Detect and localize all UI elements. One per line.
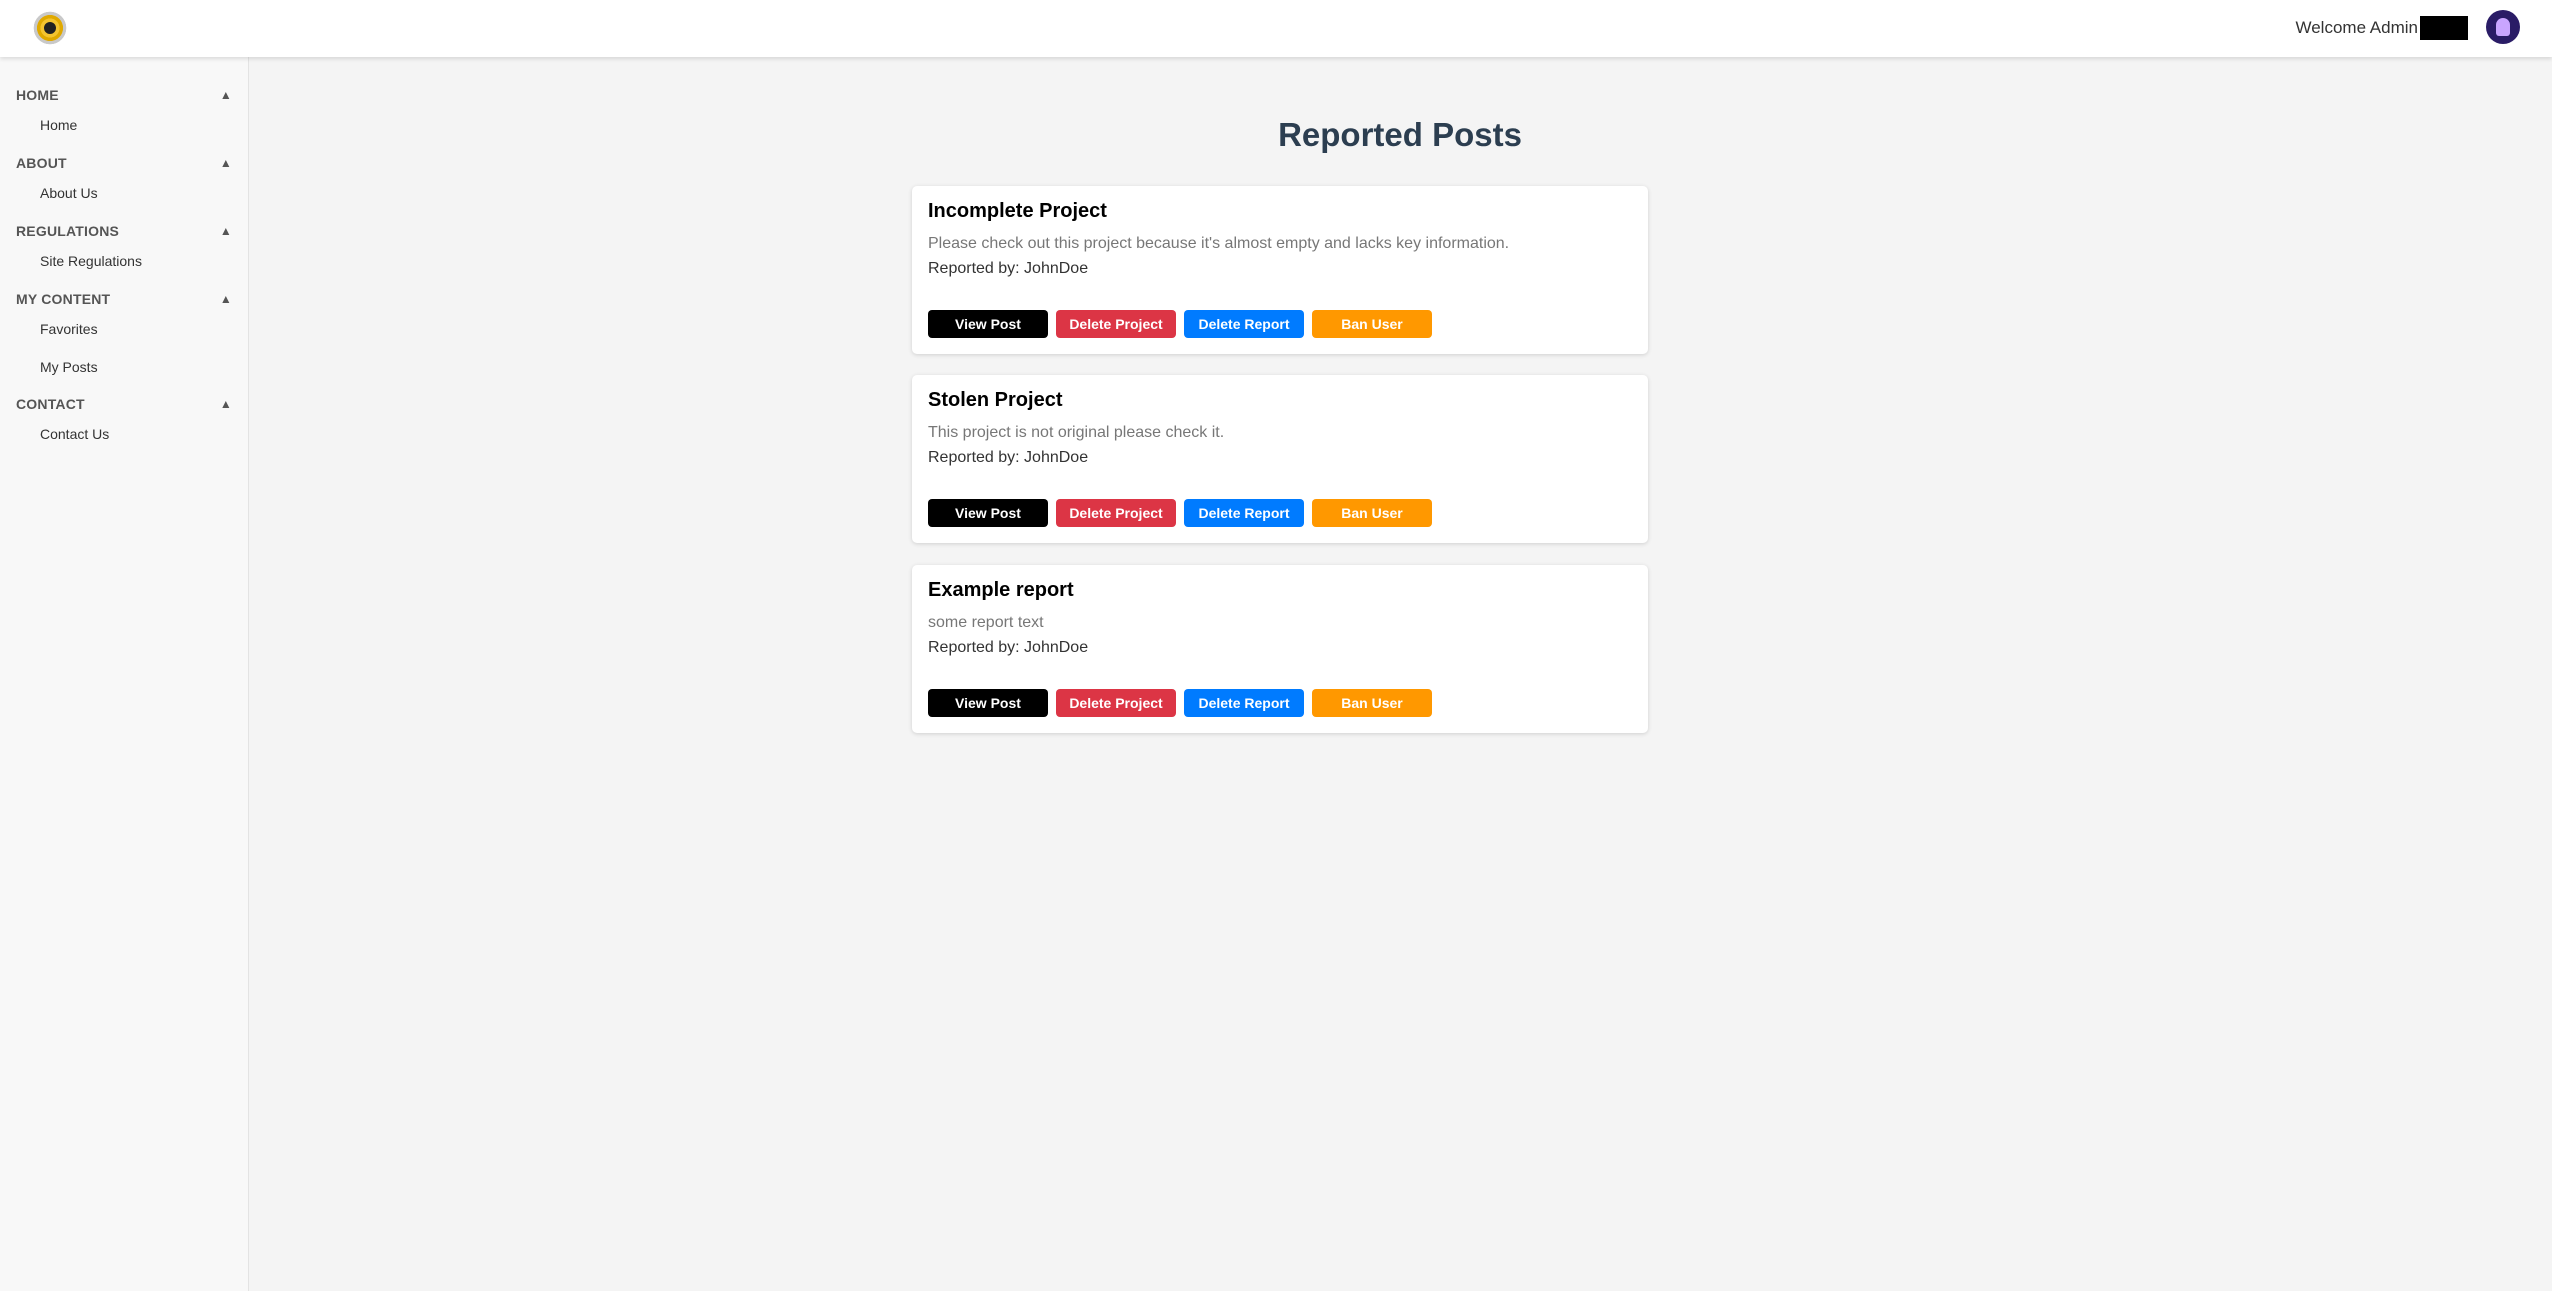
report-reporter: Reported by: JohnDoe [928,639,1089,656]
sidebar-section-home[interactable]: HOME ▲ [16,85,232,105]
delete-report-button[interactable]: Delete Report [1184,499,1304,527]
report-reporter: Reported by: JohnDoe [928,260,1089,277]
view-post-button[interactable]: View Post [928,689,1048,717]
sidebar-section-label: HOME [16,87,59,103]
delete-project-button[interactable]: Delete Project [1056,310,1176,338]
sidebar: HOME ▲ Home ABOUT ▲ About Us REGULATIONS… [0,57,249,1291]
collapse-arrow-icon: ▲ [219,292,232,306]
report-title: Incomplete Project [928,200,1107,222]
site-logo[interactable] [31,9,69,47]
collapse-arrow-icon: ▲ [219,88,232,102]
sidebar-item-contact-us[interactable]: Contact Us [40,426,109,442]
collapse-arrow-icon: ▲ [219,224,232,238]
welcome-area: Welcome Admin [2295,16,2468,40]
sidebar-section-contact[interactable]: CONTACT ▲ [16,394,232,414]
report-card: Incomplete Project Please check out this… [912,186,1648,354]
sidebar-item-site-regulations[interactable]: Site Regulations [40,253,142,269]
report-reporter: Reported by: JohnDoe [928,449,1089,466]
sidebar-section-label: ABOUT [16,155,67,171]
user-avatar-icon [2496,18,2510,36]
sidebar-item-my-posts[interactable]: My Posts [40,359,98,375]
avatar[interactable] [2486,10,2520,44]
delete-report-button[interactable]: Delete Report [1184,689,1304,717]
report-actions: View Post Delete Project Delete Report B… [928,499,1440,527]
report-title: Example report [928,579,1074,601]
sidebar-section-label: MY CONTENT [16,291,111,307]
sidebar-item-about-us[interactable]: About Us [40,185,98,201]
page-title: Reported Posts [1278,116,1522,153]
ban-user-button[interactable]: Ban User [1312,689,1432,717]
report-card: Example report some report text Reported… [912,565,1648,733]
ban-user-button[interactable]: Ban User [1312,499,1432,527]
delete-project-button[interactable]: Delete Project [1056,499,1176,527]
sidebar-section-about[interactable]: ABOUT ▲ [16,153,232,173]
report-title: Stolen Project [928,389,1063,411]
top-bar: Welcome Admin [0,0,2552,57]
report-description: Please check out this project because it… [928,235,1510,252]
view-post-button[interactable]: View Post [928,499,1048,527]
report-actions: View Post Delete Project Delete Report B… [928,689,1440,717]
ban-user-button[interactable]: Ban User [1312,310,1432,338]
collapse-arrow-icon: ▲ [219,397,232,411]
logo-emblem-icon [41,19,59,37]
redacted-username [2420,16,2468,40]
report-card: Stolen Project This project is not origi… [912,375,1648,543]
report-description: some report text [928,614,1044,631]
report-actions: View Post Delete Project Delete Report B… [928,310,1440,338]
sidebar-item-home[interactable]: Home [40,117,77,133]
sidebar-item-favorites[interactable]: Favorites [40,321,98,337]
view-post-button[interactable]: View Post [928,310,1048,338]
sidebar-section-regulations[interactable]: REGULATIONS ▲ [16,221,232,241]
collapse-arrow-icon: ▲ [219,156,232,170]
delete-project-button[interactable]: Delete Project [1056,689,1176,717]
sidebar-section-my-content[interactable]: MY CONTENT ▲ [16,289,232,309]
sidebar-section-label: CONTACT [16,396,85,412]
delete-report-button[interactable]: Delete Report [1184,310,1304,338]
welcome-text: Welcome Admin [2295,18,2418,37]
sidebar-section-label: REGULATIONS [16,223,120,239]
report-description: This project is not original please chec… [928,424,1225,441]
